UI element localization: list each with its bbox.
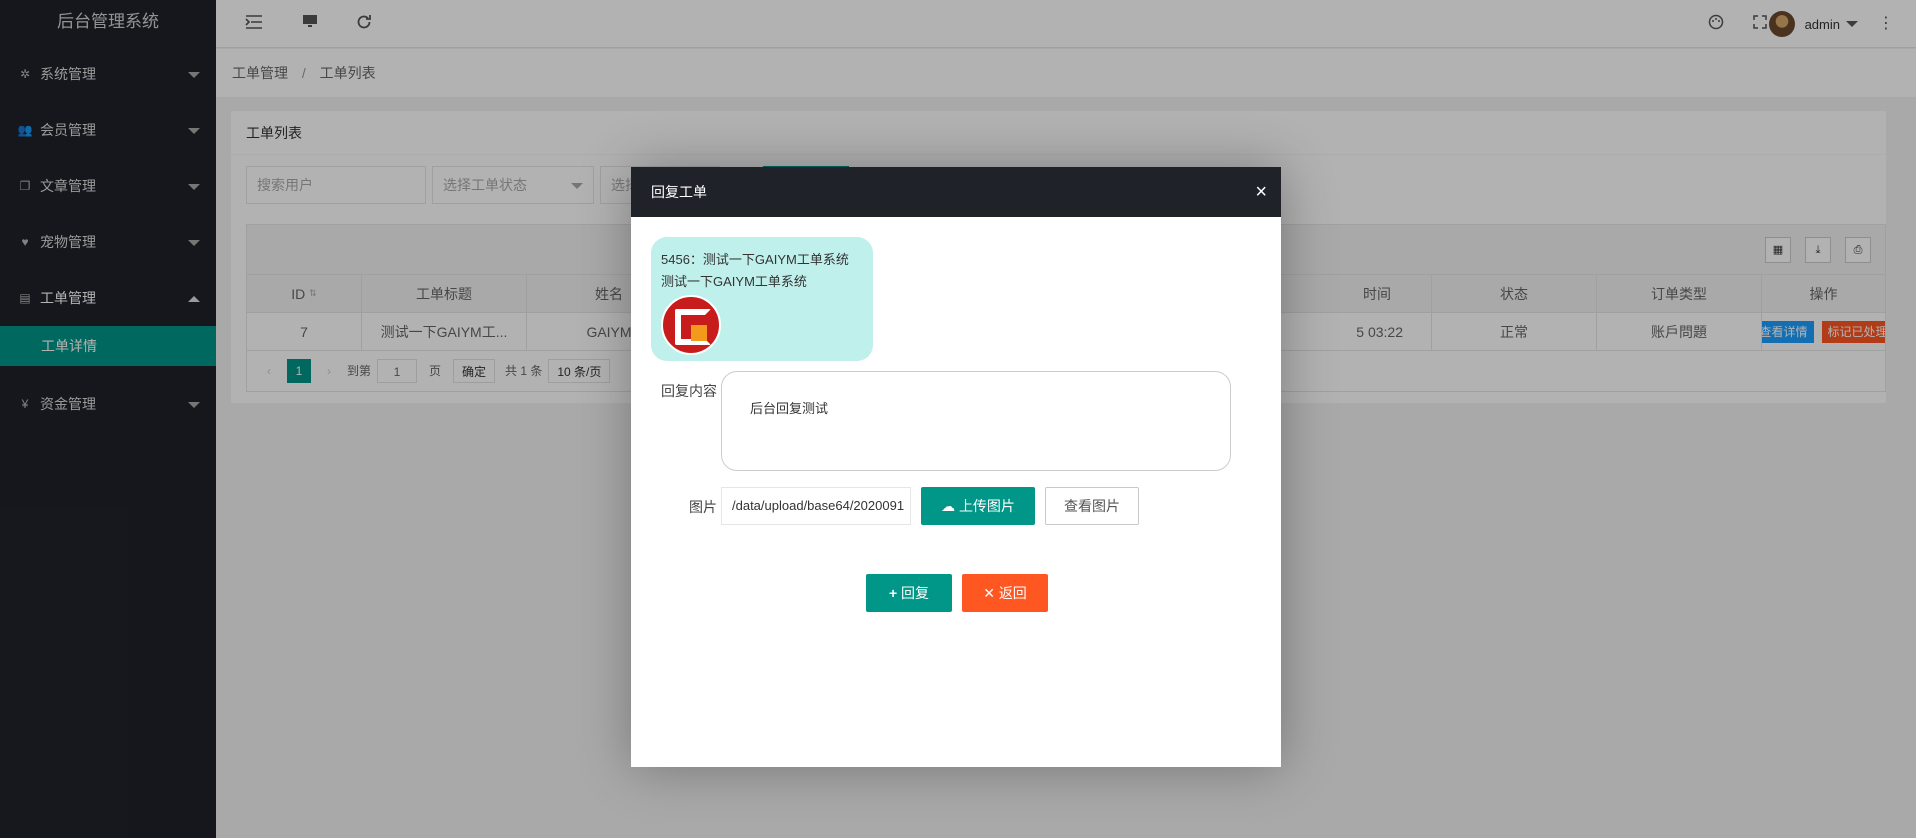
back-label: 返回 [998, 585, 1027, 601]
modal-header: 回复工单 × [631, 167, 1281, 217]
view-image-button[interactable]: 查看图片 [1045, 487, 1139, 525]
close-icon[interactable]: × [1255, 167, 1267, 217]
message-line-1: 5456：测试一下GAIYM工单系统 [661, 252, 849, 267]
reply-submit-button[interactable]: + 回复 [866, 574, 952, 612]
upload-image-label: 上传图片 [958, 498, 1015, 514]
modal-title: 回复工单 [651, 184, 707, 200]
message-line-2: 测试一下GAIYM工单系统 [661, 274, 807, 289]
image-label: 图片 [689, 499, 717, 515]
message-bubble: 5456：测试一下GAIYM工单系统 测试一下GAIYM工单系统 [651, 237, 873, 361]
back-button[interactable]: ✕ 返回 [962, 574, 1048, 612]
cloud-upload-icon: ☁ [941, 498, 956, 514]
attached-image-logo[interactable] [661, 295, 721, 355]
close-icon: ✕ [983, 585, 995, 601]
reply-textarea[interactable]: 后台回复测试 [721, 371, 1231, 471]
reply-submit-label: 回复 [901, 585, 930, 601]
reply-label: 回复内容 [661, 383, 717, 399]
reply-ticket-modal: 回复工单 × 5456：测试一下GAIYM工单系统 测试一下GAIYM工单系统 … [631, 167, 1281, 767]
plus-icon: + [888, 585, 898, 601]
image-path-input[interactable]: /data/upload/base64/2020091 [721, 487, 911, 525]
upload-image-button[interactable]: ☁ 上传图片 [921, 487, 1035, 525]
